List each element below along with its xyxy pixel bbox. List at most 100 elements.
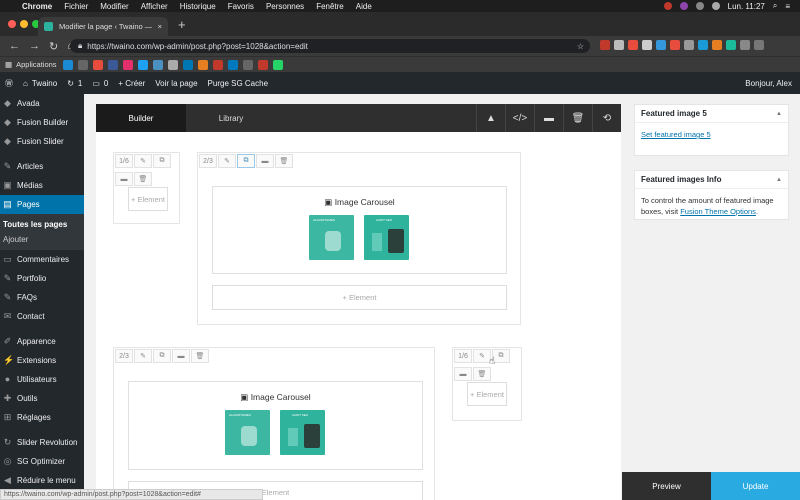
whatsapp-icon[interactable] — [272, 59, 283, 70]
menu-favoris[interactable]: Favoris — [228, 2, 254, 11]
collapse-up-icon[interactable]: ▲ — [476, 104, 505, 132]
minimize-window-icon[interactable] — [20, 20, 28, 28]
sidebar-item-medias[interactable]: ▣ Médias — [0, 176, 84, 195]
bookmark-star-icon[interactable]: ☆ — [577, 42, 584, 51]
bookmark-icon[interactable] — [242, 59, 253, 70]
save-icon[interactable]: ▬ — [256, 154, 274, 168]
extension-icon[interactable] — [628, 40, 638, 50]
bookmark-icon[interactable] — [212, 59, 223, 70]
sidebar-item-tools[interactable]: ✚ Outils — [0, 389, 84, 408]
instagram-icon[interactable] — [122, 59, 133, 70]
sidebar-item-appearance[interactable]: ✐ Apparence — [0, 332, 84, 351]
extension-icon[interactable] — [698, 40, 708, 50]
delete-icon[interactable]: 🗑︎ — [473, 367, 491, 381]
add-element-button[interactable]: + Element — [467, 382, 507, 406]
back-icon[interactable]: ← — [9, 40, 20, 52]
menu-fichier[interactable]: Fichier — [64, 2, 88, 11]
bookmark-icon[interactable] — [257, 59, 268, 70]
linkedin-icon[interactable] — [182, 59, 193, 70]
purge-cache-link[interactable]: Purge SG Cache — [208, 79, 268, 88]
save-icon[interactable]: ▬ — [454, 367, 472, 381]
save-template-icon[interactable]: ▬ — [534, 104, 563, 132]
menu-list-icon[interactable]: ≡ — [785, 2, 790, 11]
profile-avatar[interactable] — [740, 40, 750, 50]
trash-icon[interactable]: 🗑︎ — [563, 104, 592, 132]
sidebar-item-contact[interactable]: ✉ Contact — [0, 307, 84, 326]
sidebar-item-articles[interactable]: ✎ Articles — [0, 157, 84, 176]
delete-icon[interactable]: 🗑︎ — [275, 154, 293, 168]
sidebar-item-pages[interactable]: ▤ Pages — [0, 195, 84, 214]
add-element-button[interactable]: + Element — [212, 285, 507, 310]
sidebar-item-fusion-builder[interactable]: ◆ Fusion Builder — [0, 113, 84, 132]
tab-library[interactable]: Library — [186, 104, 276, 132]
bookmark-icon[interactable] — [77, 59, 88, 70]
extension-icon[interactable] — [656, 40, 666, 50]
menu-fenetre[interactable]: Fenêtre — [316, 2, 344, 11]
sidebar-item-comments[interactable]: ▭ Commentaires — [0, 250, 84, 269]
menu-afficher[interactable]: Afficher — [141, 2, 168, 11]
save-icon[interactable]: ▬ — [115, 172, 133, 186]
facebook-icon[interactable] — [107, 59, 118, 70]
status-icon[interactable] — [695, 2, 704, 10]
clone-icon[interactable]: ⧉ — [153, 349, 171, 363]
sidebar-item-settings[interactable]: ⊞ Réglages — [0, 408, 84, 427]
delete-icon[interactable]: 🗑︎ — [134, 172, 152, 186]
extension-icon[interactable] — [642, 40, 652, 50]
extension-icon[interactable] — [712, 40, 722, 50]
extension-icon[interactable] — [600, 40, 610, 50]
wifi-icon[interactable] — [711, 2, 720, 10]
history-icon[interactable]: ⟲ — [592, 104, 621, 132]
address-bar[interactable]: 🔒︎ https://twaino.com/wp-admin/post.php?… — [70, 39, 590, 53]
column-one-sixth[interactable]: 1/6 ✎ ⧉ ▬ 🗑︎ + Element — [452, 347, 522, 421]
bookmark-icon[interactable] — [152, 59, 163, 70]
sidebar-item-faqs[interactable]: ✎ FAQs — [0, 288, 84, 307]
sidebar-item-collapse[interactable]: ◀ Réduire le menu — [0, 471, 84, 490]
extension-icon[interactable] — [614, 40, 624, 50]
menu-modifier[interactable]: Modifier — [100, 2, 128, 11]
update-button[interactable]: Update — [711, 472, 800, 500]
add-element-button[interactable]: + Element — [128, 187, 168, 211]
site-name[interactable]: ⌂ Twaino — [23, 79, 57, 88]
tab-close-icon[interactable]: × — [158, 22, 162, 31]
column-two-thirds[interactable]: 2/3 ✎ ⧉ ▬ 🗑︎ ▣ Image Carousel ALGORITHME… — [113, 347, 435, 500]
submenu-add-page[interactable]: Ajouter — [0, 232, 84, 247]
toggle-up-icon[interactable]: ▲ — [776, 177, 782, 183]
browser-tab[interactable]: Modifier la page ‹ Twaino — W × — [38, 17, 168, 36]
column-one-sixth[interactable]: 1/6 ✎ ⧉ ▬ 🗑︎ + Element — [113, 152, 180, 224]
extension-icon[interactable] — [670, 40, 680, 50]
bookmark-apps[interactable]: ▦ Applications — [5, 60, 57, 69]
extension-icon[interactable] — [684, 40, 694, 50]
column-size[interactable]: 2/3 — [115, 349, 133, 363]
sidebar-item-users[interactable]: ● Utilisateurs — [0, 370, 84, 389]
box-header[interactable]: Featured images Info ▲ — [635, 171, 788, 189]
image-carousel-element[interactable]: ▣ Image Carousel ALGORITHMES AUDIT SEO — [128, 381, 423, 470]
column-size[interactable]: 1/6 — [454, 349, 472, 363]
new-tab-button[interactable]: + — [178, 17, 186, 32]
comments-count[interactable]: ▭ 0 — [92, 79, 108, 88]
save-icon[interactable]: ▬ — [172, 349, 190, 363]
new-content-button[interactable]: + Créer — [118, 79, 145, 88]
updates-count[interactable]: ↻ 1 — [67, 79, 82, 88]
delete-icon[interactable]: 🗑︎ — [191, 349, 209, 363]
submenu-all-pages[interactable]: Toutes les pages — [0, 217, 84, 232]
column-size[interactable]: 2/3 — [199, 154, 217, 168]
edit-icon[interactable]: ✎ — [134, 349, 152, 363]
twitter-icon[interactable] — [137, 59, 148, 70]
sidebar-item-plugins[interactable]: ⚡ Extensions — [0, 351, 84, 370]
toggle-up-icon[interactable]: ▲ — [776, 111, 782, 117]
sidebar-item-sg-optimizer[interactable]: ◎ SG Optimizer — [0, 452, 84, 471]
set-featured-image-link[interactable]: Set featured image 5 — [641, 130, 711, 139]
status-icon[interactable] — [679, 2, 688, 10]
chrome-menu-icon[interactable] — [754, 40, 764, 50]
bookmark-icon[interactable] — [197, 59, 208, 70]
wordpress-logo-icon[interactable]: Ⓦ — [5, 78, 13, 89]
preview-button[interactable]: Preview — [622, 472, 711, 500]
box-header[interactable]: Featured image 5 ▲ — [635, 105, 788, 123]
menu-aide[interactable]: Aide — [356, 2, 372, 11]
trello-icon[interactable] — [227, 59, 238, 70]
reload-icon[interactable]: ↻ — [49, 40, 58, 53]
column-two-thirds[interactable]: 2/3 ✎ ⧉ ▬ 🗑︎ ▣ Image Carousel ALGORITHME… — [197, 152, 521, 325]
theme-options-link[interactable]: Fusion Theme Options — [680, 207, 756, 216]
sidebar-item-fusion-slider[interactable]: ◆ Fusion Slider — [0, 132, 84, 151]
bookmark-icon[interactable] — [62, 59, 73, 70]
